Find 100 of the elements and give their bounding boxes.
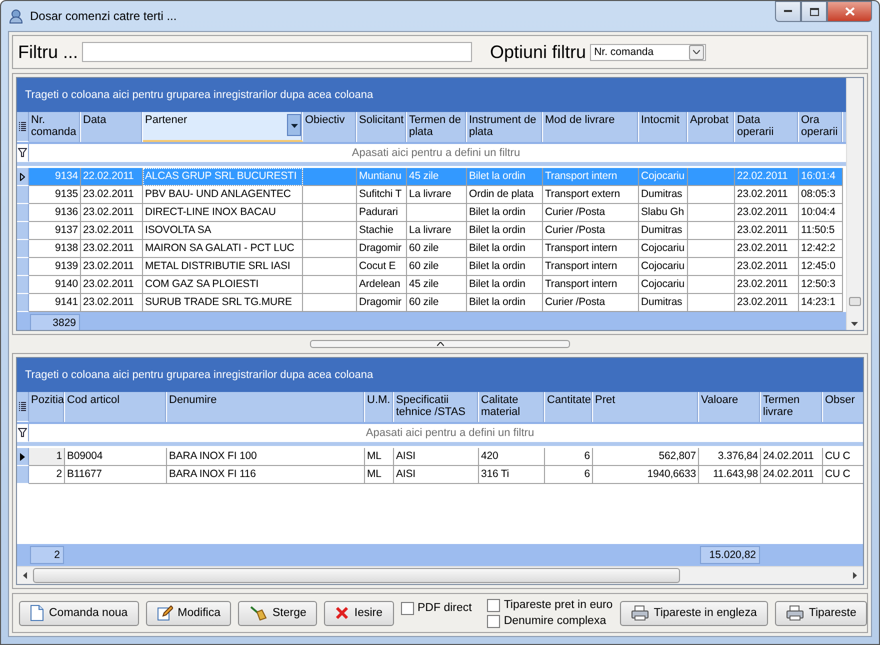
row-selector[interactable]	[17, 448, 29, 466]
column-header[interactable]: Cod articol	[65, 392, 167, 422]
column-header[interactable]: U.M.	[365, 392, 394, 422]
group-by-bar[interactable]: Trageti o coloana aici pentru gruparea inregistrarilor dupa acea coloana	[17, 358, 863, 392]
group-by-bar[interactable]: Trageti o coloana aici pentru gruparea inregistrarilor dupa acea coloana	[17, 78, 846, 112]
table-cell: Transport extern	[543, 186, 639, 204]
table-cell: ML	[365, 448, 394, 466]
table-cell: AISI	[394, 448, 479, 466]
action-button[interactable]: Tipareste	[774, 600, 868, 626]
minimize-button[interactable]	[775, 1, 801, 22]
column-header[interactable]: Cantitate	[545, 392, 593, 422]
column-header[interactable]: Nr. comanda	[29, 112, 81, 142]
vertical-scrollbar[interactable]	[846, 78, 863, 330]
table-cell: Transport intern	[543, 240, 639, 258]
table-cell: METAL DISTRIBUTIE SRL IASI	[143, 258, 303, 276]
window-title: Dosar comenzi catre terti ...	[30, 9, 177, 23]
option-checkbox[interactable]: PDF direct	[400, 602, 472, 614]
dropdown-button[interactable]	[287, 114, 301, 136]
table-row[interactable]: 9138 23.02.2011 MAIRON SA GALATI - PCT LUC Dragomir 60 zile Bilet la ordin Transport intern Cojocariu 23.02.2011 12:42:2	[17, 240, 846, 258]
column-chooser-icon[interactable]	[19, 402, 26, 411]
close-button[interactable]	[827, 1, 872, 22]
table-row[interactable]: 9140 23.02.2011 COM GAZ SA PLOIESTI Ardelean 45 zile Bilet la ordin Transport intern Cojocariu 23.02.2011 12:50:3	[17, 276, 846, 294]
table-cell: 23.02.2011	[735, 258, 799, 276]
table-cell: 9135	[29, 186, 81, 204]
table-cell: 23.02.2011	[735, 222, 799, 240]
filter-field[interactable]	[82, 42, 472, 62]
table-cell: Transport intern	[543, 168, 639, 186]
table-cell: 16:01:4	[799, 168, 843, 186]
column-header[interactable]: Ora operarii	[799, 112, 843, 142]
row-selector[interactable]	[17, 168, 29, 186]
table-cell: Bilet la ordin	[467, 276, 543, 294]
table-cell: 23.02.2011	[735, 276, 799, 294]
column-header[interactable]: Termen de plata	[407, 112, 467, 142]
current-row-icon	[20, 452, 25, 460]
action-button[interactable]: Modifica	[146, 600, 232, 626]
column-header[interactable]: Calitate material	[479, 392, 545, 422]
table-row[interactable]: 9136 23.02.2011 DIRECT-LINE INOX BACAU Padurari Bilet la ordin Curier /Posta Slabu Gh 23.02.2011 10:04:4	[17, 204, 846, 222]
table-cell: Dumitras	[639, 222, 688, 240]
filter-row[interactable]: Apasati aici pentru a defini un filtru	[29, 144, 843, 162]
table-cell: ISOVOLTA SA	[143, 222, 303, 240]
column-header[interactable]: Instrument de plata	[467, 112, 543, 142]
column-header[interactable]: Partener	[143, 112, 303, 142]
table-row[interactable]: 9135 23.02.2011 PBV BAU- UND ANLAGENTEC Sufitchi T La livrare Ordin de plata Transport extern Dumitras 23.02.2011 08:05:3	[17, 186, 846, 204]
action-button[interactable]: Iesire	[324, 600, 394, 626]
option-checkbox[interactable]: Tipareste pret in euro	[486, 598, 613, 612]
table-cell: MAIRON SA GALATI - PCT LUC	[143, 240, 303, 258]
table-cell: Stachie	[357, 222, 407, 240]
table-cell: 3.376,84	[699, 448, 761, 466]
down-arrow-icon[interactable]	[851, 322, 858, 326]
table-cell: 9137	[29, 222, 81, 240]
table-cell: 9134	[29, 168, 81, 186]
table-cell: 22.02.2011	[81, 168, 143, 186]
table-cell: 23.02.2011	[81, 222, 143, 240]
filter-option-dropdown[interactable]: Nr. comanda	[590, 44, 706, 60]
column-header[interactable]: Obiectiv	[303, 112, 357, 142]
maximize-button[interactable]	[801, 1, 827, 22]
table-cell: 562,807	[593, 448, 699, 466]
column-header[interactable]: Specificatii tehnice /STAS	[394, 392, 479, 422]
table-cell: La livrare	[407, 222, 467, 240]
table-cell: Transport intern	[543, 276, 639, 294]
column-header[interactable]: Valoare	[699, 392, 761, 422]
table-cell: 12:45:0	[799, 258, 843, 276]
action-button[interactable]: Tipareste in engleza	[620, 600, 768, 626]
option-checkbox[interactable]: Denumire complexa	[486, 614, 613, 628]
table-cell: 23.02.2011	[81, 240, 143, 258]
table-cell: Muntianu	[357, 168, 407, 186]
column-header[interactable]: Pret	[593, 392, 699, 422]
minimize-icon	[784, 10, 792, 13]
table-cell: 9136	[29, 204, 81, 222]
table-row[interactable]: 9137 23.02.2011 ISOVOLTA SA Stachie La livrare Bilet la ordin Curier /Posta Dumitras 23.02.2011 11:50:5	[17, 222, 846, 240]
group-by-hint: Trageti o coloana aici pentru gruparea inregistrarilor dupa acea coloana	[25, 369, 374, 381]
table-cell: ALCAS GRUP SRL BUCURESTI	[143, 168, 303, 186]
caret-icon	[291, 124, 298, 128]
table-cell: 23.02.2011	[81, 258, 143, 276]
table-cell: 12:42:2	[799, 240, 843, 258]
table-cell: DIRECT-LINE INOX BACAU	[143, 204, 303, 222]
column-header[interactable]: Data operarii	[735, 112, 799, 142]
horizontal-scrollbar[interactable]	[17, 566, 863, 584]
table-row[interactable]: 1 B09004 BARA INOX FI 100 ML AISI 420 6 562,807 3.376,84 24.02.2011 CU C	[17, 448, 863, 466]
column-chooser-icon[interactable]	[19, 122, 26, 131]
table-cell: 23.02.2011	[735, 186, 799, 204]
action-button[interactable]: Comanda noua	[19, 600, 139, 626]
splitter-handle[interactable]	[310, 340, 570, 348]
column-header[interactable]: Obser	[823, 392, 863, 422]
table-cell: 23.02.2011	[81, 204, 143, 222]
column-header[interactable]: Denumire	[167, 392, 365, 422]
scroll-thumb[interactable]	[849, 297, 861, 306]
left-arrow-icon[interactable]	[23, 572, 27, 579]
table-cell: Curier /Posta	[543, 204, 639, 222]
action-button[interactable]: Sterge	[238, 600, 318, 626]
column-header[interactable]: Termen livrare	[761, 392, 823, 422]
table-row[interactable]: 9139 23.02.2011 METAL DISTRIBUTIE SRL IASI Cocut E 60 zile Bilet la ordin Transport intern Cojocariu 23.02.2011 12:45:0	[17, 258, 846, 276]
filter-row[interactable]: Apasati aici pentru a defini un filtru	[29, 424, 863, 442]
column-header[interactable]: Intocmit	[639, 112, 688, 142]
column-header[interactable]: Solicitant	[357, 112, 407, 142]
column-header[interactable]: Aprobat	[688, 112, 735, 142]
summary-cell: 2	[30, 546, 64, 564]
column-header[interactable]: Pozitia	[29, 392, 65, 422]
column-header[interactable]: Mod de livrare	[543, 112, 639, 142]
right-arrow-icon[interactable]	[853, 572, 857, 579]
